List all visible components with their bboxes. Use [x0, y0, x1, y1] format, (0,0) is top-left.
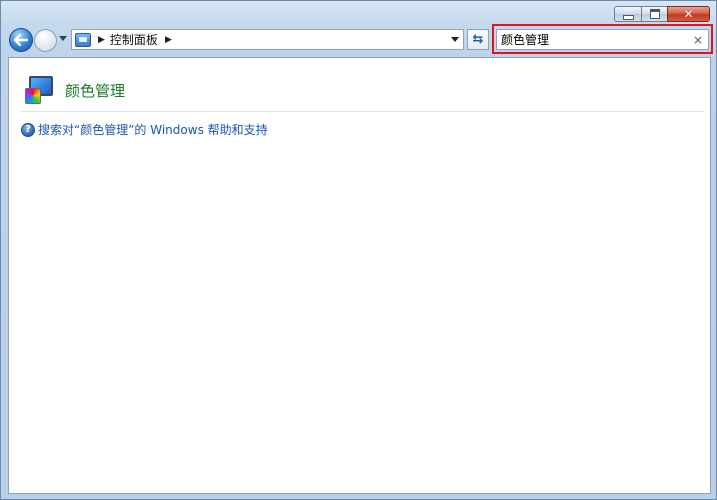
breadcrumb-separator-icon[interactable]: ▶ — [98, 35, 105, 45]
close-icon: ✕ — [683, 7, 694, 21]
minimize-button[interactable] — [614, 6, 641, 22]
control-panel-icon — [75, 32, 91, 47]
breadcrumb-control-panel[interactable]: 控制面板 — [110, 31, 158, 48]
color-swatch-shape — [25, 88, 41, 104]
forward-button[interactable] — [34, 29, 57, 52]
maximize-button[interactable] — [641, 6, 667, 22]
address-bar[interactable]: ▶ 控制面板 ▶ — [71, 29, 464, 50]
help-search-link[interactable]: ? 搜索对“颜色管理”的 Windows 帮助和支持 — [21, 121, 268, 138]
help-icon: ? — [21, 122, 35, 137]
maximize-icon — [649, 9, 660, 19]
refresh-icon: ⇆ — [472, 32, 484, 47]
search-box[interactable]: × — [496, 29, 709, 50]
results-pane: 颜色管理 ? 搜索对“颜色管理”的 Windows 帮助和支持 — [8, 57, 711, 494]
help-search-text[interactable]: 搜索对“颜色管理”的 Windows 帮助和支持 — [38, 121, 268, 138]
address-dropdown-icon[interactable] — [451, 37, 459, 42]
close-button[interactable]: ✕ — [667, 6, 710, 22]
search-input[interactable] — [501, 32, 681, 47]
divider — [21, 111, 705, 112]
result-item[interactable]: 颜色管理 — [23, 74, 125, 106]
result-title-link[interactable]: 颜色管理 — [65, 80, 125, 101]
minimize-icon — [622, 14, 634, 20]
caption-buttons: ✕ — [614, 6, 710, 22]
color-management-icon[interactable] — [23, 74, 55, 106]
breadcrumb-separator-icon[interactable]: ▶ — [165, 35, 172, 45]
back-button[interactable] — [9, 28, 33, 52]
arrow-left-icon — [14, 34, 28, 46]
refresh-button[interactable]: ⇆ — [467, 29, 489, 50]
clear-search-icon[interactable]: × — [693, 34, 703, 46]
control-panel-window: ✕ ▶ 控制面板 ▶ ⇆ × 颜色管理 ? 搜索对“颜色管 — [0, 0, 717, 500]
recent-pages-chevron-icon[interactable] — [59, 36, 67, 41]
